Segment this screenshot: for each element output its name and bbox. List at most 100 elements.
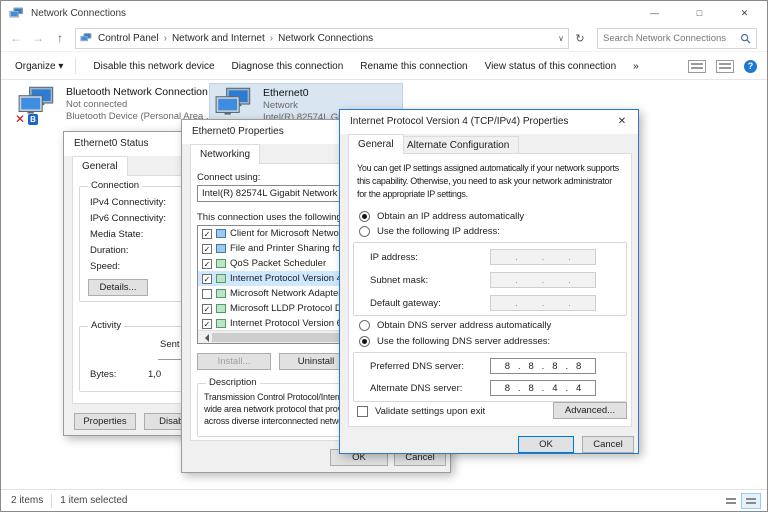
intro-line: You can get IP settings assigned automat… <box>357 162 619 175</box>
close-button[interactable]: ✕ <box>722 1 767 25</box>
tab-networking[interactable]: Networking <box>190 144 260 164</box>
ok-button[interactable]: OK <box>518 436 574 453</box>
scrollbar-thumb[interactable] <box>212 333 352 342</box>
ipv4-properties-dialog: Internet Protocol Version 4 (TCP/IPv4) P… <box>339 109 639 454</box>
radio-obtain-dns[interactable] <box>359 320 370 331</box>
radio-obtain-ip[interactable] <box>359 211 370 222</box>
validate-checkbox[interactable] <box>357 406 368 417</box>
address-dropdown-icon[interactable]: ∨ <box>558 34 564 43</box>
command-bar: Organize ▾ Disable this network device D… <box>1 53 767 80</box>
ipv6-connectivity-label: IPv6 Connectivity: <box>90 213 166 224</box>
breadcrumb-control-panel[interactable]: Control Panel <box>98 33 159 44</box>
cancel-button[interactable]: Cancel <box>582 436 634 453</box>
item-icon <box>216 244 226 253</box>
item-label: Client for Microsoft Networks <box>230 228 351 239</box>
radio-use-dns[interactable] <box>359 336 370 347</box>
default-gateway-field[interactable]: . . . <box>490 295 596 311</box>
checkbox[interactable]: ✓ <box>202 274 212 284</box>
item-icon <box>216 319 226 328</box>
preview-pane-icon[interactable] <box>716 60 734 73</box>
up-icon[interactable]: ↑ <box>49 31 71 45</box>
validate-checkbox-label: Validate settings upon exit <box>375 406 485 417</box>
advanced-button[interactable]: Advanced... <box>553 402 627 419</box>
ip-address-label: IP address: <box>370 252 418 263</box>
back-icon[interactable]: ← <box>5 31 27 45</box>
view-toggle-icon[interactable] <box>688 60 706 73</box>
tile-text: Bluetooth Network Connection Not connect… <box>66 86 214 123</box>
statusbar-view-toggles <box>721 493 761 509</box>
disable-device-button[interactable]: Disable this network device <box>93 61 214 72</box>
organize-button[interactable]: Organize ▾ <box>15 61 63 72</box>
item-count: 2 items <box>11 495 43 506</box>
radio-use-dns-label: Use the following DNS server addresses: <box>377 336 550 347</box>
description-line: across diverse interconnected network <box>204 415 350 427</box>
scroll-left-icon[interactable] <box>198 332 211 343</box>
diagnose-connection-button[interactable]: Diagnose this connection <box>232 61 344 72</box>
forward-icon[interactable]: → <box>27 31 49 45</box>
search-placeholder: Search Network Connections <box>603 33 726 44</box>
window-controls: — □ ✕ <box>632 1 767 25</box>
ip-fields-groupbox: IP address: . . . Subnet mask: . . . Def… <box>353 242 627 316</box>
app-icon <box>9 7 25 20</box>
breadcrumb-separator: › <box>270 33 273 44</box>
item-icon <box>216 259 226 268</box>
alternate-dns-label: Alternate DNS server: <box>370 383 462 394</box>
bytes-sent-value: 1,0 <box>148 369 161 380</box>
media-state-label: Media State: <box>90 229 143 240</box>
details-view-icon[interactable] <box>721 493 741 509</box>
checkbox[interactable]: ✓ <box>202 319 212 329</box>
radio-use-ip[interactable] <box>359 226 370 237</box>
bytes-label: Bytes: <box>90 369 116 380</box>
alternate-dns-field[interactable]: 8 . 8 . 4 . 4 <box>490 380 596 396</box>
connection-name: Ethernet0 <box>263 87 364 99</box>
ethernet-adapter-icon <box>214 87 256 123</box>
intro-line: for the appropriate IP settings. <box>357 188 468 201</box>
subnet-mask-field[interactable]: . . . <box>490 272 596 288</box>
maximize-button[interactable]: □ <box>677 1 722 25</box>
ip-address-field[interactable]: . . . <box>490 249 596 265</box>
help-icon[interactable]: ? <box>744 60 757 73</box>
preferred-dns-label: Preferred DNS server: <box>370 361 464 372</box>
preferred-dns-field[interactable]: 8 . 8 . 8 . 8 <box>490 358 596 374</box>
duration-label: Duration: <box>90 245 129 256</box>
breadcrumb-network-connections[interactable]: Network Connections <box>278 33 373 44</box>
checkbox[interactable] <box>202 289 212 299</box>
breadcrumb-network-and-internet[interactable]: Network and Internet <box>172 33 265 44</box>
toolbar-overflow-icon[interactable]: » <box>633 61 639 72</box>
radio-use-ip-label: Use the following IP address: <box>377 226 500 237</box>
connect-using-label: Connect using: <box>197 172 260 183</box>
checkbox[interactable]: ✓ <box>202 259 212 269</box>
close-icon[interactable]: ✕ <box>606 110 638 134</box>
subnet-mask-label: Subnet mask: <box>370 275 428 286</box>
search-input[interactable]: Search Network Connections <box>597 28 757 49</box>
checkbox[interactable]: ✓ <box>202 229 212 239</box>
item-icon <box>216 304 226 313</box>
properties-button[interactable]: Properties <box>74 413 136 430</box>
sent-label: Sent <box>160 339 180 350</box>
location-icon <box>80 33 93 43</box>
title-bar: Network Connections — □ ✕ <box>1 1 767 25</box>
tab-general[interactable]: General <box>72 156 128 176</box>
search-icon[interactable] <box>740 33 751 44</box>
tab-general[interactable]: General <box>348 134 404 154</box>
rename-connection-button[interactable]: Rename this connection <box>360 61 467 72</box>
checkbox[interactable]: ✓ <box>202 244 212 254</box>
install-button[interactable]: Install... <box>197 353 271 370</box>
checkbox[interactable]: ✓ <box>202 304 212 314</box>
breadcrumb[interactable]: Control Panel › Network and Internet › N… <box>75 28 569 49</box>
tab-alternate-configuration[interactable]: Alternate Configuration <box>397 136 519 154</box>
groupbox-label: Activity <box>88 320 124 331</box>
ipv4-connectivity-label: IPv4 Connectivity: <box>90 197 166 208</box>
view-status-button[interactable]: View status of this connection <box>485 61 617 72</box>
tab-page: You can get IP settings assigned automat… <box>348 153 632 427</box>
connection-bluetooth[interactable]: ✕ B Bluetooth Network Connection Not con… <box>13 83 207 135</box>
refresh-icon[interactable]: ↻ <box>569 32 591 45</box>
connection-status: Not connected <box>66 99 214 111</box>
toolbar-divider <box>75 58 76 74</box>
minimize-button[interactable]: — <box>632 1 677 25</box>
icons-view-icon[interactable] <box>741 493 761 509</box>
radio-obtain-ip-label: Obtain an IP address automatically <box>377 211 524 222</box>
bluetooth-icon: B <box>28 114 38 125</box>
dns-fields-groupbox: Preferred DNS server: 8 . 8 . 8 . 8 Alte… <box>353 352 627 402</box>
details-button[interactable]: Details... <box>88 279 148 296</box>
